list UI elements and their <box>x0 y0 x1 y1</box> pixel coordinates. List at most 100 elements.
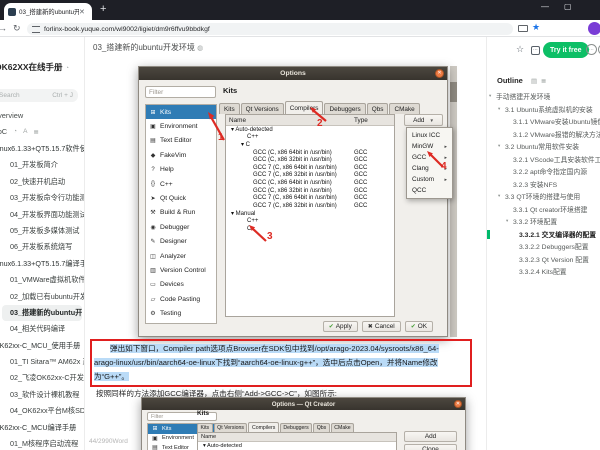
doc-tree-item[interactable]: 03_软件设计裸机教程 <box>0 387 84 403</box>
doc-tree-item[interactable]: OK62xx-C_MCU编译手册 <box>0 420 84 436</box>
options-category-item[interactable]: ⚙ Testing <box>146 306 216 320</box>
ok-button[interactable]: ✔OK <box>405 321 433 332</box>
compiler-row[interactable]: C <box>226 225 394 233</box>
outline-item[interactable]: 3.3.2.4 Kits配置 <box>487 265 600 278</box>
kits-tab[interactable]: Compilers <box>248 422 278 433</box>
dialog-close-icon[interactable]: ✕ <box>454 400 462 408</box>
doc-tree-item[interactable]: 03_开发板命令行功能测试 <box>0 190 84 206</box>
doc-tree-item[interactable]: 01_开发板简介 <box>0 157 84 173</box>
url-bar[interactable]: forlinx-book.yuque.com/wl9002/ligiet/dm9… <box>27 23 513 35</box>
help-circle-icon[interactable]: ⋯ <box>586 44 597 55</box>
options-category-item[interactable]: ▤ Text Editor <box>146 134 216 148</box>
doc-tree-item[interactable]: 06_开发板系统烧写 <box>0 239 84 255</box>
compiler-row[interactable]: GCC 7 (C, x86 64bit in /usr/bin) GCC <box>226 194 394 202</box>
outline-item[interactable]: 3.3.2.1 交叉编译器的配置 <box>487 228 600 241</box>
doc-tree-item[interactable]: 02_飞凌OK62xx-C开发板M... <box>0 370 84 386</box>
apply-button[interactable]: ✔Apply <box>323 321 358 332</box>
options-category-item[interactable]: ◉ Debugger <box>146 220 216 234</box>
doc-tree-item[interactable]: OK62xx-C_MCU_使用手册 <box>0 338 84 354</box>
doc-tree-item[interactable]: 01_M核程序启动流程 <box>0 436 84 450</box>
filter-input[interactable] <box>145 86 216 98</box>
options-category-item[interactable]: ✎ Designer <box>146 235 216 249</box>
compiler-row[interactable]: GCC (C, x86 32bit in /usr/bin) GCC <box>226 156 394 164</box>
outline-item[interactable]: 3.2.3 安装NFS <box>487 178 600 191</box>
bookmark-star-icon[interactable]: ★ <box>532 22 540 33</box>
compiler-row[interactable]: GCC (C, x86 64bit in /usr/bin) GCC <box>226 179 394 187</box>
kits-tab[interactable]: Kits <box>219 103 240 114</box>
options-category-item[interactable]: ➤ Qt Quick <box>146 191 216 205</box>
doc-tree-item[interactable]: 03_搭建新的ubuntu开发... <box>2 305 82 321</box>
options-category-item[interactable]: ◆ FakeVim <box>146 148 216 162</box>
options-category-item[interactable]: ▱ Code Pasting <box>146 292 216 306</box>
kits-tab[interactable]: Compilers <box>285 101 324 114</box>
cancel-button[interactable]: ✖Cancel <box>362 321 401 332</box>
kits-tab[interactable]: Qt Versions <box>214 423 248 432</box>
options-category-item[interactable]: ⊞ Kits <box>146 105 216 119</box>
scrollbar-thumb[interactable] <box>450 82 457 102</box>
doc-tree-item[interactable]: 04_相关代码编译 <box>0 321 84 337</box>
browser-tab[interactable]: 03_搭建新的ubuntu开发环境 ✕ <box>4 3 92 20</box>
compiler-row[interactable]: ▾ Auto-detected <box>226 126 394 134</box>
outline-item[interactable]: ▾ 3.3.2 环境配置 <box>487 215 600 228</box>
options-category-item[interactable]: ▭ Devices <box>146 278 216 292</box>
options-category-item[interactable]: {} C++ <box>146 177 216 191</box>
try-it-free-button[interactable]: Try it free <box>543 42 589 58</box>
doc-tree-item[interactable]: 01_TI Sitara™ AM62x 系列... <box>0 354 84 370</box>
doc-tree-item[interactable]: 02_快速开机启动 <box>0 174 84 190</box>
compiler-row[interactable]: GCC 7 (C, x86 32bit in /usr/bin) GCC <box>226 172 394 180</box>
compiler-row[interactable]: GCC (C, x86 64bit in /usr/bin) GCC <box>226 149 394 157</box>
add-button[interactable]: Add▼ <box>404 114 443 126</box>
doc-tree-item[interactable]: Linux6.1.33+QT5.15.7编译手册 <box>0 256 84 272</box>
doc-tree-item[interactable]: 05_开发板多媒体测试 <box>0 223 84 239</box>
feedback-icon[interactable]: ⋯ <box>531 46 540 55</box>
outline-item[interactable]: 3.1.1 VMware安装Ubuntu镜像 <box>487 115 600 128</box>
kits-tab[interactable]: Kits <box>197 423 213 432</box>
cast-icon[interactable] <box>518 25 528 32</box>
site-settings-icon[interactable] <box>32 26 40 33</box>
forward-icon[interactable]: → <box>0 23 7 33</box>
doc-tree-item[interactable]: 04_OK62xx平台M核SDK使.. <box>0 403 84 419</box>
favorite-star-icon[interactable]: ☆ <box>516 44 524 55</box>
toc-font-icon[interactable]: A <box>23 128 27 135</box>
doc-tree-item[interactable]: Linux6.1.33+QT5.15.7软件使用.. <box>0 141 84 157</box>
doc-tree-item[interactable]: 02_加载已有ubuntu开发环... <box>0 289 84 305</box>
outline-collapse-icon[interactable]: ▤ <box>531 77 537 85</box>
outline-item[interactable]: 3.1.2 VMware报错的解决方法 <box>487 128 600 141</box>
kits-tab[interactable]: Qbs <box>313 423 330 432</box>
compiler-row[interactable]: GCC 7 (C, x86 32bit in /usr/bin) GCC <box>226 202 394 210</box>
options-category-item[interactable]: ⚒ Build & Run <box>146 206 216 220</box>
outline-list-icon[interactable]: ≣ <box>541 77 546 85</box>
kits-tab[interactable]: Qbs <box>367 103 389 114</box>
new-tab-button[interactable]: + <box>100 3 106 15</box>
profile-avatar[interactable] <box>588 22 600 35</box>
compiler-row[interactable]: GCC 7 (C, x86 64bit in /usr/bin) GCC <box>226 164 394 172</box>
options-category-item[interactable]: ▣ Environment <box>146 119 216 133</box>
type-column-header[interactable]: Type <box>354 117 368 124</box>
kits-tab[interactable]: Debuggers <box>324 103 365 114</box>
add-menu-item[interactable]: QCC <box>407 185 452 196</box>
scrollbar-track[interactable] <box>450 66 457 337</box>
window-minimize-button[interactable]: — <box>541 2 549 11</box>
add-menu-item[interactable]: Custom ▸ <box>407 174 452 185</box>
name-column-header[interactable]: Name <box>229 117 246 124</box>
name-column-header[interactable]: Name <box>201 434 216 440</box>
outline-item[interactable]: 3.3.2.2 Debuggers配置 <box>487 240 600 253</box>
sidebar-search-input[interactable]: Search Ctrl + J <box>0 89 78 102</box>
sidebar-item-overview[interactable]: overview <box>0 111 84 120</box>
options-category-item[interactable]: ◫ Analyzer <box>146 249 216 263</box>
add-button[interactable]: Add <box>404 431 457 442</box>
outline-item[interactable]: 3.3.1 Qt creator环境搭建 <box>487 203 600 216</box>
outline-item[interactable]: 3.3.2.3 Qt Version 配置 <box>487 253 600 266</box>
clone-button[interactable]: Clone <box>404 444 457 450</box>
options-category-item[interactable]: ▥ Version Control <box>146 263 216 277</box>
reload-icon[interactable]: ↻ <box>13 23 21 34</box>
window-maximize-button[interactable]: ▢ <box>564 2 572 11</box>
outline-item[interactable]: ▾ 3.3 QT环境的搭建与使用 <box>487 190 600 203</box>
add-menu-item[interactable]: Linux ICC <box>407 130 452 141</box>
compiler-row[interactable]: GCC (C, x86 32bit in /usr/bin) GCC <box>226 187 394 195</box>
dialog-title-bar[interactable]: Options ✕ <box>139 67 447 80</box>
toc-refresh-icon[interactable]: ◔ <box>13 128 17 135</box>
dialog-close-icon[interactable]: ✕ <box>435 69 444 78</box>
compiler-row[interactable]: ▾ Auto-detected <box>198 442 396 449</box>
kits-tab[interactable]: CMake <box>331 423 354 432</box>
